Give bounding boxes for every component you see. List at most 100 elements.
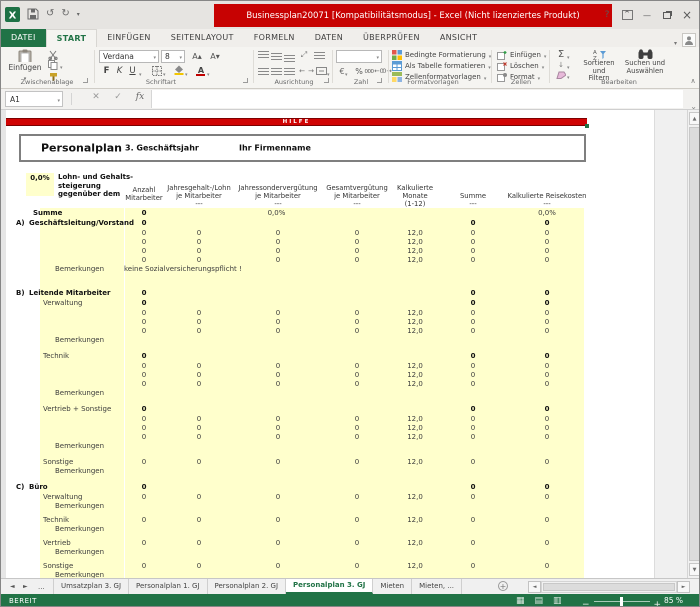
ribbon-tab[interactable]: EINFÜGEN (97, 29, 161, 47)
cell-gesamtvergutung[interactable] (332, 344, 382, 351)
cell-summe[interactable] (448, 475, 498, 482)
cell-sondervergutung[interactable] (253, 570, 303, 578)
conditional-formatting-button[interactable]: Bedingte Formatierung (392, 50, 491, 60)
cell-sondervergutung[interactable] (253, 218, 303, 228)
cell-gesamtvergutung[interactable] (332, 547, 382, 556)
name-box[interactable]: A1 (5, 91, 63, 107)
merge-center-icon[interactable] (315, 66, 327, 76)
cell-reisekosten[interactable]: 0 (510, 326, 584, 335)
cell-sondervergutung[interactable] (253, 450, 303, 457)
formula-input[interactable] (151, 90, 683, 108)
underline-button[interactable]: U (127, 66, 138, 76)
cell-jahresgehalt[interactable]: 0 (174, 308, 224, 317)
cell-monate[interactable]: 12,0 (393, 492, 437, 501)
cell-monate[interactable]: 12,0 (393, 561, 437, 570)
sheet-tab[interactable]: Mieten (373, 579, 412, 594)
cell-monate[interactable] (393, 501, 437, 510)
zoom-level[interactable]: 85 % (664, 594, 683, 607)
cell-anzahl[interactable]: 0 (125, 423, 163, 432)
cell-anzahl[interactable]: 0 (125, 432, 163, 441)
cell-anzahl[interactable]: 0 (125, 361, 163, 370)
cell-monate[interactable] (393, 264, 437, 273)
cell-summe[interactable]: 0 (448, 370, 498, 379)
cell-reisekosten[interactable] (510, 397, 584, 404)
orientation-icon[interactable]: ⤢ (298, 50, 310, 60)
user-account-icon[interactable] (682, 33, 696, 47)
cell-sondervergutung[interactable]: 0 (253, 246, 303, 255)
cell-sondervergutung[interactable]: 0 (253, 370, 303, 379)
autosum-icon[interactable] (555, 49, 567, 59)
cell-summe[interactable]: 0 (448, 404, 498, 414)
cell-sondervergutung[interactable] (253, 288, 303, 298)
cell-monate[interactable]: 12,0 (393, 379, 437, 388)
cell-jahresgehalt[interactable]: 0 (174, 237, 224, 246)
cell-sondervergutung[interactable]: 0 (253, 228, 303, 237)
cell-summe[interactable] (448, 441, 498, 450)
cell-anzahl[interactable]: 0 (125, 228, 163, 237)
cell-monate[interactable]: 12,0 (393, 361, 437, 370)
cell-jahresgehalt[interactable] (174, 388, 224, 397)
cell-reisekosten[interactable] (510, 501, 584, 510)
cell-anzahl[interactable] (125, 281, 163, 288)
find-select-button[interactable]: Suchen und Auswählen (623, 48, 667, 75)
font-color-dropdown-icon[interactable] (207, 69, 210, 78)
cell-gesamtvergutung[interactable]: 0 (332, 538, 382, 547)
cell-gesamtvergutung[interactable]: 0 (332, 228, 382, 237)
cell-sondervergutung[interactable]: 0 (253, 317, 303, 326)
align-left-icon[interactable] (258, 68, 269, 75)
vertical-scrollbar[interactable] (687, 110, 700, 578)
cell-anzahl[interactable]: 0 (125, 317, 163, 326)
cell-reisekosten[interactable] (510, 524, 584, 533)
redo-icon[interactable]: ↻ (61, 6, 69, 22)
cell-anzahl[interactable]: 0 (125, 538, 163, 547)
cell-summe[interactable]: 0 (448, 414, 498, 423)
cell-jahresgehalt[interactable]: 0 (174, 379, 224, 388)
cell-summe[interactable]: 0 (448, 515, 498, 524)
cell-sondervergutung[interactable] (253, 501, 303, 510)
cell-gesamtvergutung[interactable] (332, 218, 382, 228)
cell-summe[interactable] (448, 344, 498, 351)
cell-monate[interactable] (393, 288, 437, 298)
enter-entry-icon[interactable] (111, 92, 125, 102)
copy-dropdown-icon[interactable] (60, 62, 63, 71)
cell-monate[interactable]: 12,0 (393, 432, 437, 441)
italic-button[interactable]: K (114, 66, 125, 76)
cell-monate[interactable] (393, 547, 437, 556)
cell-gesamtvergutung[interactable]: 0 (332, 370, 382, 379)
cell-jahresgehalt[interactable] (174, 264, 224, 273)
cell-reisekosten[interactable] (510, 475, 584, 482)
cell-reisekosten[interactable]: 0 (510, 379, 584, 388)
cell-sondervergutung[interactable] (253, 344, 303, 351)
fill-color-icon[interactable] (173, 65, 185, 75)
cell-jahresgehalt[interactable]: 0 (174, 255, 224, 264)
cell-sondervergutung[interactable]: 0 (253, 538, 303, 547)
cell-summe[interactable]: 0 (448, 237, 498, 246)
cell-gesamtvergutung[interactable] (332, 281, 382, 288)
cell-summe[interactable] (448, 397, 498, 404)
zoom-slider[interactable] (594, 601, 650, 602)
tabs-overflow-icon[interactable]: ... (38, 579, 45, 594)
cell-summe[interactable]: 0 (448, 538, 498, 547)
cell-summe[interactable] (448, 570, 498, 578)
cell-summe[interactable]: 0 (448, 228, 498, 237)
cell-monate[interactable] (393, 335, 437, 344)
cell-monate[interactable] (393, 273, 437, 281)
help-banner[interactable]: HILFE (6, 118, 587, 126)
align-top-icon[interactable] (258, 51, 269, 58)
cell-jahresgehalt[interactable]: 0 (174, 317, 224, 326)
cell-sondervergutung[interactable]: 0 (253, 492, 303, 501)
cell-reisekosten[interactable]: 0 (510, 404, 584, 414)
cell-summe[interactable]: 0 (448, 351, 498, 361)
cell-reisekosten[interactable] (510, 570, 584, 578)
cell-sondervergutung[interactable]: 0 (253, 237, 303, 246)
cell-sondervergutung[interactable]: 0,0% (233, 208, 320, 218)
cell-monate[interactable]: 12,0 (393, 228, 437, 237)
cell-reisekosten[interactable] (510, 441, 584, 450)
cell-monate[interactable]: 12,0 (393, 457, 437, 466)
cell-anzahl[interactable]: 0 (125, 288, 163, 298)
cell-reisekosten[interactable]: 0 (510, 298, 584, 308)
cell-monate[interactable] (393, 208, 437, 218)
cell-monate[interactable]: 12,0 (393, 246, 437, 255)
cell-gesamtvergutung[interactable] (332, 351, 382, 361)
delete-cells-button[interactable]: Löschen (497, 61, 544, 71)
